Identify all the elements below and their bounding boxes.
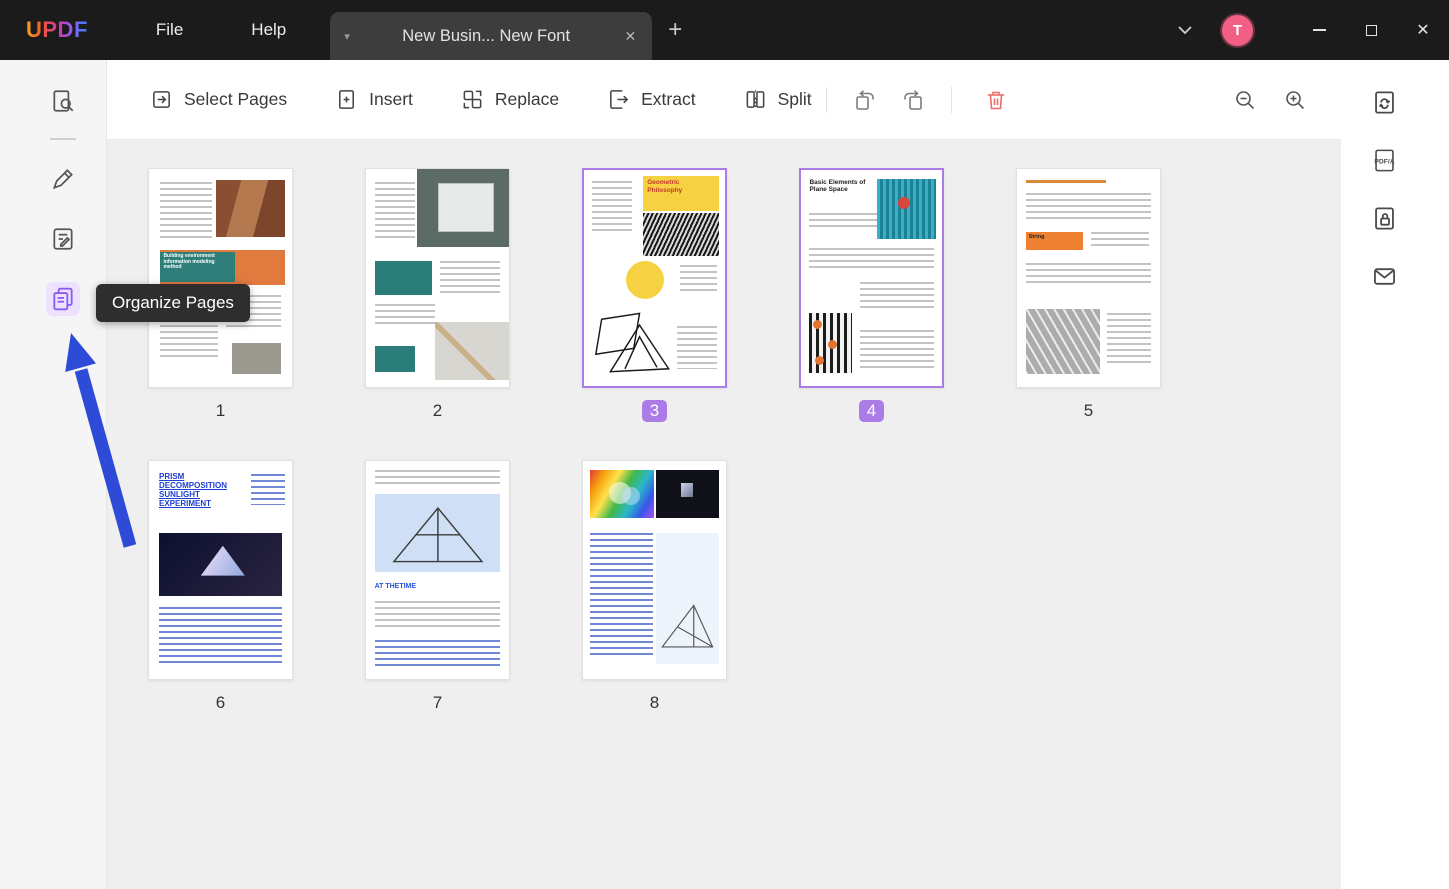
menu-file[interactable]: File <box>156 20 183 40</box>
replace-icon <box>461 88 484 111</box>
page-number: 4 <box>859 400 884 422</box>
document-tab[interactable]: ▾ New Busin... New Font ✕ <box>330 12 652 60</box>
organize-toolbar: Select Pages Insert Replace Extract Spli… <box>107 60 1341 140</box>
page-art <box>583 461 726 679</box>
minimize-icon <box>1313 29 1326 31</box>
page-number: 3 <box>642 400 667 422</box>
page-art: Geometric Philosophy <box>584 170 725 386</box>
zoom-in-button[interactable] <box>1283 88 1307 112</box>
split-label: Split <box>778 89 812 110</box>
page-art: Building environment information modelin… <box>149 169 292 387</box>
zoom-out-icon <box>1233 88 1257 112</box>
page-thumbnail-8[interactable]: 8 <box>582 460 727 716</box>
tab-title: New Busin... New Font <box>360 27 613 46</box>
svg-text:PDF/A: PDF/A <box>1374 158 1394 165</box>
zoom-controls <box>1233 88 1307 112</box>
page-thumbnail-7[interactable]: AT THETIME 7 <box>365 460 510 716</box>
updf-logo: UPDF <box>26 17 88 43</box>
maximize-button[interactable] <box>1345 0 1397 60</box>
pdfa-button[interactable]: PDF/A <box>1368 144 1400 176</box>
chevron-down-icon[interactable] <box>1162 26 1208 35</box>
page-art: AT THETIME <box>366 461 509 679</box>
select-pages-button[interactable]: Select Pages <box>150 88 287 111</box>
insert-icon <box>335 88 358 111</box>
trash-icon <box>984 88 1008 112</box>
minimize-button[interactable] <box>1293 0 1345 60</box>
page-thumbnail-3[interactable]: Geometric Philosophy 3 <box>582 168 727 424</box>
avatar[interactable]: T <box>1222 15 1253 46</box>
updf-window: UPDF File Help ▾ New Busin... New Font ✕… <box>0 0 1449 889</box>
page-thumbnail-4[interactable]: Basic Elements of Plane Space <box>799 168 944 424</box>
page-art: String <box>1017 169 1160 387</box>
extract-button[interactable]: Extract <box>607 88 695 111</box>
page-art: Basic Elements of Plane Space <box>801 170 942 386</box>
tab-caret-icon[interactable]: ▾ <box>344 30 350 43</box>
titlebar-right: T ✕ <box>1162 0 1449 60</box>
rotate-left-icon <box>853 88 877 112</box>
select-pages-icon <box>150 88 173 111</box>
left-sidebar <box>0 60 107 889</box>
tab-close-icon[interactable]: ✕ <box>623 28 639 45</box>
maximize-icon <box>1366 25 1377 36</box>
page-thumbnail-6[interactable]: PRISM DECOMPOSITION SUNLIGHT EXPERIMENT … <box>148 460 293 716</box>
delete-pages-button[interactable] <box>984 88 1008 112</box>
close-button[interactable]: ✕ <box>1397 0 1449 60</box>
organize-pages-icon <box>50 286 76 312</box>
page-number: 5 <box>1084 400 1093 422</box>
titlebar: UPDF File Help ▾ New Busin... New Font ✕… <box>0 0 1449 60</box>
page-thumbnail-2[interactable]: 2 <box>365 168 510 424</box>
close-icon: ✕ <box>1416 20 1429 40</box>
zoom-in-icon <box>1283 88 1307 112</box>
rotate-left-button[interactable] <box>853 88 877 112</box>
convert-pages-button[interactable] <box>1368 86 1400 118</box>
split-button[interactable]: Split <box>744 88 812 111</box>
insert-button[interactable]: Insert <box>335 88 413 111</box>
page-number: 2 <box>433 400 442 422</box>
extract-label: Extract <box>641 89 695 110</box>
replace-button[interactable]: Replace <box>461 88 559 111</box>
page-thumbnail-5[interactable]: String 5 <box>1016 168 1161 424</box>
envelope-icon <box>1371 263 1398 290</box>
doc-lock-icon <box>1371 205 1398 232</box>
new-tab-button[interactable]: + <box>668 18 682 42</box>
divider <box>826 87 827 113</box>
search-preview-button[interactable] <box>46 84 80 118</box>
comment-note-icon <box>50 226 76 252</box>
page-number: 7 <box>433 692 442 714</box>
page-number: 1 <box>216 400 225 422</box>
page-number: 8 <box>650 692 659 714</box>
split-icon <box>744 88 767 111</box>
share-button[interactable] <box>1368 260 1400 292</box>
divider <box>50 138 76 140</box>
edit-tool-button[interactable] <box>46 162 80 196</box>
insert-label: Insert <box>369 89 413 110</box>
page-refresh-icon <box>1371 89 1398 116</box>
replace-label: Replace <box>495 89 559 110</box>
extract-icon <box>607 88 630 111</box>
pages-grid: Building environment information modelin… <box>107 140 1341 889</box>
zoom-out-button[interactable] <box>1233 88 1257 112</box>
menu-help[interactable]: Help <box>251 20 286 40</box>
menubar: File Help <box>156 20 286 40</box>
rotate-right-icon <box>901 88 925 112</box>
pen-icon <box>50 166 76 192</box>
page-art <box>366 169 509 387</box>
right-sidebar: PDF/A <box>1341 60 1449 889</box>
organize-pages-tooltip: Organize Pages <box>96 284 250 322</box>
page-art: PRISM DECOMPOSITION SUNLIGHT EXPERIMENT <box>149 461 292 679</box>
permissions-button[interactable] <box>1368 202 1400 234</box>
search-doc-icon <box>50 88 76 114</box>
pdfa-icon: PDF/A <box>1371 147 1398 174</box>
rotate-right-button[interactable] <box>901 88 925 112</box>
divider <box>951 87 952 113</box>
organize-pages-button[interactable] <box>46 282 80 316</box>
comment-tool-button[interactable] <box>46 222 80 256</box>
page-number: 6 <box>216 692 225 714</box>
select-pages-label: Select Pages <box>184 89 287 110</box>
